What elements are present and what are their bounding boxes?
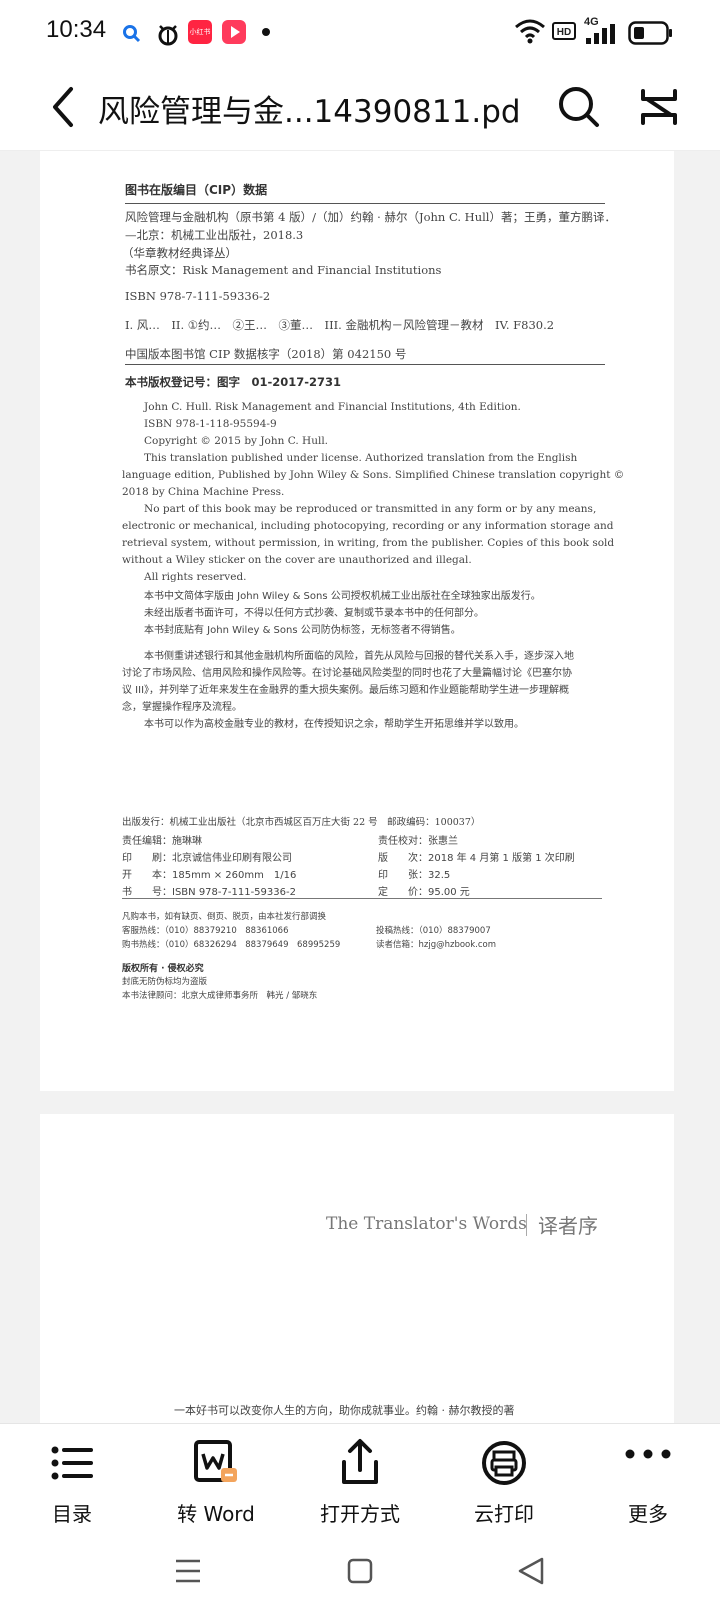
- rights-line: 本书法律顾问：北京大成律师事务所 韩光 / 邹晓东: [122, 991, 318, 1001]
- license-line: All rights reserved.: [144, 571, 247, 583]
- license-line: John C. Hull. Risk Management and Financ…: [144, 401, 521, 413]
- wifi-icon: [514, 18, 546, 46]
- divider: [526, 1214, 527, 1236]
- expand-icon: [641, 89, 677, 125]
- contact-line: 客服热线：（010）88379210 88361066: [122, 926, 289, 936]
- dot-icon: [262, 28, 270, 36]
- license-line: language edition, Published by John Wile…: [122, 469, 625, 481]
- document-title: 风险管理与金...14390811.pdf: [98, 94, 518, 130]
- signal-icon: [584, 24, 618, 52]
- cloud-print-label: 云打印: [474, 1502, 534, 1526]
- hd-icon: HD: [552, 22, 576, 40]
- preface-line: 一本好书可以改变你人生的方向，助你成就事业。约翰 · 赫尔教授的著: [174, 1404, 515, 1417]
- back-button[interactable]: [36, 80, 90, 134]
- list-icon: [51, 1446, 93, 1480]
- rights-heading: 版权所有 · 侵权必究: [122, 964, 204, 974]
- classification: I. 风… II. ①约… ②王… ③董… III. 金融机构－风险管理－教材 …: [125, 318, 555, 332]
- detail-line: 版 次：2018 年 4 月第 1 版第 1 次印刷: [378, 853, 575, 864]
- license-line: 2018 by China Machine Press.: [122, 486, 285, 498]
- detail-line: 印 张：32.5: [378, 870, 451, 881]
- bottom-toolbar: 目录 转 Word 打开方式 云打印 更多: [0, 1423, 720, 1534]
- cip-line: —北京：机械工业出版社，2018.3: [125, 228, 304, 242]
- system-nav-bar: [0, 1533, 720, 1612]
- cloud-print-button[interactable]: 云打印: [434, 1434, 574, 1530]
- word-convert-icon: [194, 1440, 237, 1482]
- divider: [125, 203, 605, 204]
- detail-line: 定 价：95.00 元: [378, 887, 470, 898]
- open-with-label: 打开方式: [320, 1502, 400, 1526]
- summary-line: 议 III》，并列举了近年来发生在金融界的重大损失案例。最后练习题和作业题能帮助…: [122, 685, 570, 696]
- search-icon: [559, 87, 599, 127]
- cip-number: 中国版本图书馆 CIP 数据核字（2018）第 042150 号: [125, 347, 407, 361]
- printer-icon: [482, 1441, 526, 1485]
- convert-word-button[interactable]: 转 Word: [146, 1434, 286, 1530]
- detail-line: 责任编辑：施琳琳: [122, 836, 202, 847]
- toc-label: 目录: [52, 1502, 92, 1526]
- more-label: 更多: [628, 1502, 668, 1526]
- share-icon: [342, 1439, 378, 1484]
- battery-icon: [628, 21, 674, 49]
- license-line: Copyright © 2015 by John C. Hull.: [144, 435, 329, 447]
- notice-line: 本书中文简体字版由 John Wiley & Sons 公司授权机械工业出版社在…: [144, 591, 541, 602]
- back-icon: [53, 87, 73, 127]
- license-line: This translation published under license…: [144, 452, 578, 464]
- home-nav-icon[interactable]: [340, 1551, 380, 1591]
- title-bar: 风险管理与金...14390811.pdf: [0, 66, 720, 151]
- convert-word-label: 转 Word: [177, 1502, 255, 1526]
- back-nav-icon[interactable]: [512, 1551, 552, 1591]
- summary-line: 念，掌握操作程序及流程。: [122, 702, 242, 713]
- license-line: ISBN 978-1-118-95594-9: [144, 418, 277, 430]
- notice-line: 未经出版者书面许可，不得以任何方式抄袭、复制或节录本书中的任何部分。: [144, 608, 484, 619]
- isbn: ISBN 978-7-111-59336-2: [125, 289, 271, 303]
- bug-icon: [156, 20, 180, 48]
- pdf-viewer[interactable]: 图书在版编目（CIP）数据 风险管理与金融机构（原书第 4 版）/（加）约翰 ·…: [0, 151, 720, 1423]
- more-button[interactable]: 更多: [578, 1434, 718, 1530]
- cip-line: 书名原文：Risk Management and Financial Insti…: [125, 263, 442, 277]
- open-with-button[interactable]: 打开方式: [290, 1434, 430, 1530]
- summary-line: 本书侧重讲述银行和其他金融机构所面临的风险，首先从风险与回报的替代关系入手，逐步…: [144, 651, 574, 662]
- status-bar: 10:34 小红书 HD 4G: [0, 0, 720, 66]
- notice-line: 本书封底贴有 John Wiley & Sons 公司防伪标签，无标签者不得销售…: [144, 625, 461, 636]
- toc-button[interactable]: 目录: [2, 1434, 142, 1530]
- search-button[interactable]: [552, 80, 606, 134]
- summary-line: 讨论了市场风险、信用风险和操作风险等。在讨论基础风险类型的同时也花了大量篇幅讨论…: [122, 668, 572, 679]
- license-line: retrieval system, without permission, in…: [122, 537, 615, 549]
- pdf-page-2: The Translator's Words 译者序 一本好书可以改变你人生的方…: [40, 1114, 674, 1423]
- license-line: electronic or mechanical, including phot…: [122, 520, 614, 532]
- contact-line: 投稿热线：（010）88379007: [376, 926, 491, 936]
- divider: [125, 364, 605, 365]
- detail-line: 责任校对：张惠兰: [378, 836, 458, 847]
- search-icon: [122, 20, 142, 48]
- menu-nav-icon[interactable]: [168, 1551, 208, 1591]
- rights-line: 封底无防伪标均为盗版: [122, 977, 208, 987]
- contact-line: 读者信箱：hzjg@hzbook.com: [376, 940, 497, 950]
- xiaohongshu-icon: 小红书: [188, 20, 212, 44]
- expand-button[interactable]: [632, 80, 686, 134]
- translator-heading-zh: 译者序: [538, 1214, 598, 1238]
- pdf-page-1: 图书在版编目（CIP）数据 风险管理与金融机构（原书第 4 版）/（加）约翰 ·…: [40, 151, 674, 1091]
- detail-line: 书 号：ISBN 978-7-111-59336-2: [122, 887, 296, 898]
- contact-line: 凡购本书，如有缺页、倒页、脱页，由本社发行部调换: [122, 912, 327, 922]
- cip-line: （华章教材经典译丛）: [122, 246, 237, 260]
- summary-line: 本书可以作为高校金融专业的教材，在传授知识之余，帮助学生开拓思维并学以致用。: [144, 719, 524, 730]
- translator-heading-en: The Translator's Words: [326, 1214, 527, 1234]
- copyright-registration: 本书版权登记号：图字 01-2017-2731: [125, 375, 342, 389]
- video-play-icon: [222, 20, 246, 44]
- detail-line: 印 刷：北京诚信伟业印刷有限公司: [122, 853, 292, 864]
- cip-line: 风险管理与金融机构（原书第 4 版）/（加）约翰 · 赫尔（John C. Hu…: [125, 210, 616, 224]
- license-line: without a Wiley sticker on the cover are…: [122, 554, 472, 566]
- cip-heading: 图书在版编目（CIP）数据: [125, 183, 268, 197]
- contact-line: 购书热线：（010）68326294 88379649 68995259: [122, 940, 341, 950]
- divider: [122, 898, 602, 899]
- more-icon: [625, 1449, 671, 1459]
- detail-line: 开 本：185mm × 260mm 1/16: [122, 870, 297, 881]
- publisher-line: 出版发行：机械工业出版社（北京市西城区百万庄大街 22 号 邮政编码：10003…: [122, 817, 481, 828]
- status-time: 10:34: [46, 16, 107, 43]
- license-line: No part of this book may be reproduced o…: [144, 503, 597, 515]
